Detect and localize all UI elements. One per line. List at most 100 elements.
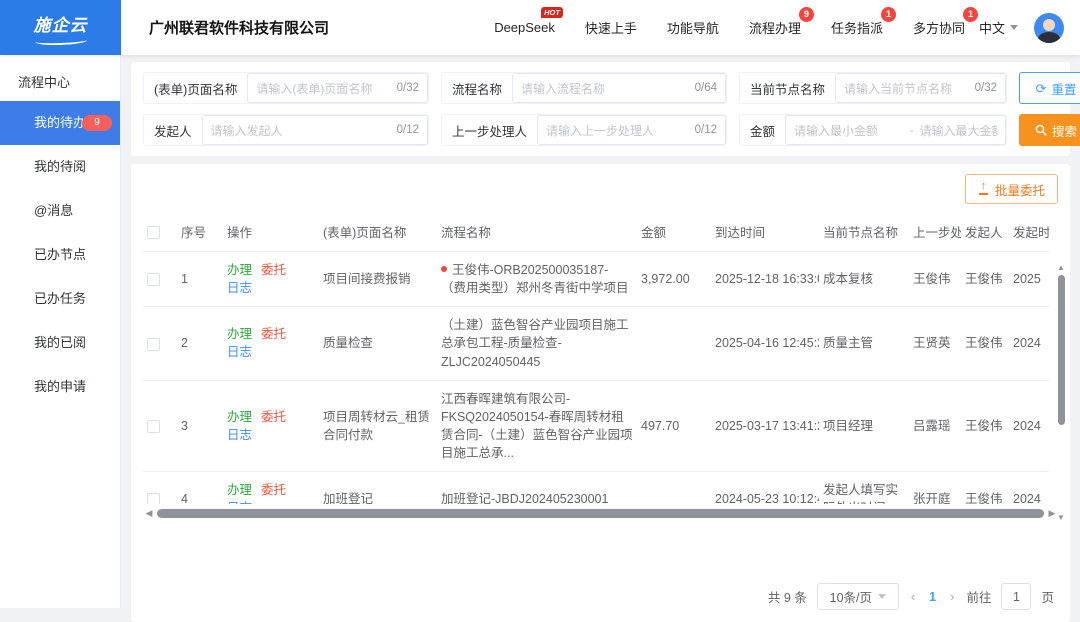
nav-item-quick-start[interactable]: 快速上手 (585, 18, 637, 37)
filter-field-starter: 发起人 请输入发起人 0/12 (143, 114, 429, 146)
page-name-input[interactable]: 请输入(表单)页面名称 0/32 (247, 73, 428, 103)
vertical-scroll-thumb[interactable] (1058, 275, 1065, 425)
select-all-cell (143, 212, 177, 252)
log-link[interactable]: 日志 (227, 345, 252, 359)
amount-max-input[interactable]: - 请输入最大金额 (896, 115, 1007, 145)
node-name-counter: 0/32 (975, 82, 997, 94)
row-starter: 王俊伟 (961, 252, 1009, 307)
company-name: 广州联君软件科技有限公司 (149, 17, 329, 38)
row-actions: 办理委托日志 (223, 380, 319, 472)
flow-name-text: 加班登记-JBDJ202405230001 (441, 492, 608, 504)
nav-item-task-assign[interactable]: 任务指派1 (831, 18, 883, 37)
page-name-counter: 0/32 (397, 82, 419, 94)
flow-name-input[interactable]: 请输入流程名称 0/64 (512, 73, 726, 103)
language-selector[interactable]: 中文 (979, 18, 1018, 37)
sidebar-item-my-applications[interactable]: 我的申请 (0, 365, 120, 409)
top-header: 施企云 广州联君软件科技有限公司 DeepSeekHOT 快速上手 功能导航 流程办理… (0, 0, 1080, 55)
chevron-down-icon (1010, 25, 1018, 30)
column-header-0: 序号 (177, 212, 223, 252)
handle-link[interactable]: 办理 (227, 483, 252, 497)
sidebar-item-at-message[interactable]: @消息 (0, 189, 120, 233)
nav-item-label: 功能导航 (667, 21, 719, 36)
row-checkbox[interactable] (147, 420, 160, 433)
delegate-link[interactable]: 委托 (261, 410, 286, 424)
current-page-number[interactable]: 1 (927, 590, 938, 604)
starter-counter: 0/12 (397, 124, 419, 136)
horizontal-scroll-thumb[interactable] (157, 509, 1044, 518)
sidebar-item-my-todo[interactable]: 我的待办9 (0, 101, 120, 145)
reset-button-label: 重置 (1051, 79, 1076, 98)
log-link[interactable]: 日志 (227, 428, 252, 442)
column-header-3: 流程名称 (437, 212, 637, 252)
row-flow-name: 江西春晖建筑有限公司-FKSQ2024050154-春晖周转材租赁合同-（土建）… (437, 380, 637, 472)
amount-min-placeholder: 请输入最小金额 (794, 122, 888, 139)
flow-name-text: 王俊伟-ORB202500035187-（费用类型）郑州冬青街中学项目 (441, 263, 629, 295)
scroll-down-icon[interactable]: ▼ (1056, 514, 1066, 522)
goto-page-input[interactable]: 1 (1001, 583, 1031, 610)
row-amount (637, 307, 711, 380)
delegate-link[interactable]: 委托 (261, 263, 286, 277)
row-prev-handler: 王贤英 (909, 307, 961, 380)
starter-input[interactable]: 请输入发起人 0/12 (202, 115, 428, 145)
flow-name-text: （土建）蓝色智谷产业园项目施工总承包工程-质量检查-ZLJC2024050445 (441, 318, 629, 368)
delegate-link[interactable]: 委托 (261, 483, 286, 497)
amount-min-input[interactable]: 请输入最小金额 (785, 115, 896, 145)
reset-button[interactable]: ⟳ 重置 (1019, 72, 1080, 104)
nav-item-feature-nav[interactable]: 功能导航 (667, 18, 719, 37)
row-checkbox[interactable] (147, 338, 160, 351)
scroll-up-icon[interactable]: ▲ (1056, 264, 1066, 272)
nav-item-multi-collab[interactable]: 多方协同1 (913, 18, 965, 37)
table-scroll-area: 序号操作(表单)页面名称流程名称金额到达时间当前节点名称上一步处发起人发起时间 … (143, 212, 1049, 504)
handle-link[interactable]: 办理 (227, 263, 252, 277)
row-prev-handler: 王俊伟 (909, 252, 961, 307)
row-arrive-time: 2025-03-17 13:41:28 (711, 380, 819, 472)
nav-item-label: 任务指派 (831, 21, 883, 36)
prev-page-icon[interactable]: ‹ (909, 589, 917, 604)
table-row: 3办理委托日志项目周转材云_租赁合同付款江西春晖建筑有限公司-FKSQ20240… (143, 380, 1049, 472)
scroll-left-icon[interactable]: ◀ (143, 508, 155, 518)
sidebar-item-my-read[interactable]: 我的已阅 (0, 321, 120, 365)
app-logo[interactable]: 施企云 (0, 0, 121, 55)
nav-item-deepseek[interactable]: DeepSeekHOT (494, 20, 555, 35)
select-all-checkbox[interactable] (147, 226, 160, 239)
delegate-link[interactable]: 委托 (261, 327, 286, 341)
row-page-name: 项目间接费报销 (319, 252, 437, 307)
filter-label-prev-handler: 上一步处理人 (442, 115, 537, 145)
row-start-time: 2024 (1009, 472, 1049, 504)
vertical-scrollbar: ▲ ▼ (1056, 264, 1066, 522)
amount-range-separator: - (910, 123, 914, 137)
node-name-input[interactable]: 请输入当前节点名称 0/32 (835, 73, 1006, 103)
sidebar-item-done-tasks[interactable]: 已办任务 (0, 277, 120, 321)
task-table-panel: 批量委托 序号操作(表单)页面名称流程名称金额到达时间当前节点名称上一步处发起人… (131, 164, 1070, 622)
page-size-select[interactable]: 10条/页 (817, 583, 899, 610)
user-avatar[interactable] (1034, 13, 1064, 43)
log-link[interactable]: 日志 (227, 281, 252, 295)
row-start-time: 2024 (1009, 380, 1049, 472)
row-page-name: 项目周转材云_租赁合同付款 (319, 380, 437, 472)
handle-link[interactable]: 办理 (227, 327, 252, 341)
next-page-icon[interactable]: › (948, 589, 956, 604)
row-page-name: 加班登记 (319, 472, 437, 504)
row-starter: 王俊伟 (961, 307, 1009, 380)
table-row: 4办理委托日志加班登记加班登记-JBDJ2024052300012024-05-… (143, 472, 1049, 504)
sidebar-items: 我的待办9我的待阅@消息已办节点已办任务我的已阅我的申请 (0, 101, 120, 409)
sidebar-item-label: 我的已阅 (34, 335, 86, 350)
sidebar-item-my-toread[interactable]: 我的待阅 (0, 145, 120, 189)
filter-label-node-name: 当前节点名称 (740, 73, 835, 103)
row-checkbox[interactable] (147, 273, 160, 286)
prev-handler-input[interactable]: 请输入上一步处理人 0/12 (537, 115, 726, 145)
nav-item-flow-handle[interactable]: 流程办理9 (749, 18, 801, 37)
row-checkbox[interactable] (147, 493, 160, 504)
search-button[interactable]: 搜索 (1019, 114, 1080, 146)
sidebar-item-done-nodes[interactable]: 已办节点 (0, 233, 120, 277)
log-link[interactable]: 日志 (227, 501, 252, 504)
search-button-label: 搜索 (1052, 121, 1077, 140)
nav-item-label: 快速上手 (585, 21, 637, 36)
batch-delegate-button[interactable]: 批量委托 (965, 174, 1058, 204)
row-seq: 1 (177, 252, 223, 307)
filter-field-node-name: 当前节点名称 请输入当前节点名称 0/32 (739, 72, 1007, 104)
handle-link[interactable]: 办理 (227, 410, 252, 424)
row-seq: 2 (177, 307, 223, 380)
starter-placeholder: 请输入发起人 (211, 122, 391, 139)
row-starter: 王俊伟 (961, 472, 1009, 504)
